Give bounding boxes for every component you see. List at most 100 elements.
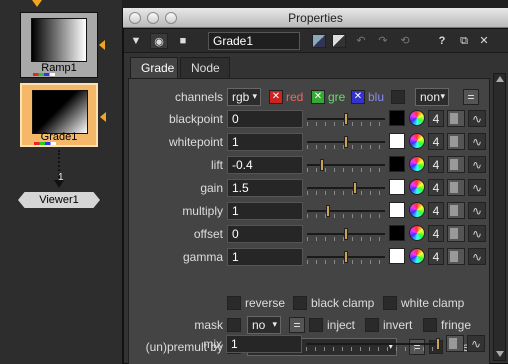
lift-field[interactable]: -0.4 [227,156,303,174]
gain-slider[interactable] [307,180,385,196]
color-swatch-button[interactable] [389,156,405,172]
color-wheel-icon[interactable] [409,248,425,264]
color-wheel-icon[interactable] [409,179,425,195]
mask-channel-dropdown[interactable]: no ▾ [247,316,281,334]
split-button[interactable] [447,110,465,127]
animation-curve-icon[interactable]: ∿ [468,248,486,265]
blackpoint-field[interactable]: 0 [227,110,303,128]
slider-handle[interactable] [344,136,348,148]
alpha-channel-checkbox[interactable] [391,90,405,104]
color-swatch-button[interactable] [389,202,405,218]
color-wheel-icon[interactable] [409,133,425,149]
node-name-field[interactable]: Grade1 [208,32,300,50]
black-clamp-checkbox[interactable] [293,296,307,310]
animation-curve-icon[interactable]: ∿ [468,225,486,242]
gain-field[interactable]: 1.5 [227,179,303,197]
split-button[interactable] [447,133,465,150]
slider-handle[interactable] [344,228,348,240]
mix-slider-handle[interactable] [436,338,440,350]
color-swatch-button[interactable] [389,225,405,241]
split-button[interactable] [447,179,465,196]
slider-handle[interactable] [344,113,348,125]
multiply-slider[interactable] [307,203,385,219]
green-channel-checkbox[interactable]: ✕ [311,90,325,104]
mask-link-button[interactable]: = [289,317,305,333]
tile-color-icon[interactable] [312,34,326,48]
ramp-node[interactable]: Ramp1 [20,12,98,78]
mask-invert-checkbox[interactable] [365,318,379,332]
mask-checkbox[interactable] [227,318,241,332]
color-swatch-button[interactable] [389,248,405,264]
offset-field[interactable]: 0 [227,225,303,243]
grade-node[interactable]: Grade1 [20,83,98,147]
mix-split-button[interactable] [446,335,464,352]
slider-handle[interactable] [326,205,330,217]
extra-channel-dropdown[interactable]: non ▾ [415,88,449,106]
slider-handle[interactable] [344,251,348,263]
fringe-checkbox[interactable] [423,318,437,332]
animation-curve-icon[interactable]: ∿ [468,110,486,127]
color-wheel-icon[interactable] [409,225,425,241]
viewer-node[interactable]: Viewer1 [18,192,100,208]
mask-input-arrow-icon[interactable] [99,40,105,50]
whitepoint-field[interactable]: 1 [227,133,303,151]
revert-icon[interactable]: ⟲ [396,33,414,49]
mix-slider[interactable] [306,336,440,352]
whitepoint-slider[interactable] [307,134,385,150]
help-button[interactable]: ? [436,33,448,49]
multiply-field[interactable]: 1 [227,202,303,220]
undo-icon[interactable]: ↶ [352,33,370,49]
view-node-icon[interactable]: ◉ [150,33,168,49]
reverse-checkbox[interactable] [227,296,241,310]
animation-curve-icon[interactable]: ∿ [468,179,486,196]
channels-link-button[interactable]: = [463,89,479,105]
tab-node[interactable]: Node [180,57,230,78]
scroll-up-icon[interactable] [496,76,504,82]
channels-dropdown[interactable]: rgb ▾ [227,88,261,106]
split-button[interactable] [447,225,465,242]
lift-slider[interactable] [307,157,385,173]
split-button[interactable] [447,248,465,265]
float-panel-icon[interactable]: ⧉ [458,33,470,49]
white-clamp-checkbox[interactable] [383,296,397,310]
mask-input-arrow-icon[interactable] [100,112,106,122]
gamma-field[interactable]: 1 [227,248,303,266]
collapse-triangle-icon[interactable]: ▼ [130,33,142,49]
mix-animation-icon[interactable]: ∿ [467,335,485,352]
panel-scrollbar[interactable] [493,73,506,361]
slider-handle[interactable] [353,182,357,194]
color-swatch-button[interactable] [389,110,405,126]
channel-count-button[interactable]: 4 [428,225,444,242]
channel-count-button[interactable]: 4 [428,110,444,127]
mix-field[interactable]: 1 [226,335,302,353]
split-button[interactable] [447,202,465,219]
scroll-down-icon[interactable] [496,351,504,357]
color-swatch-button[interactable] [389,179,405,195]
animation-curve-icon[interactable]: ∿ [468,133,486,150]
tab-grade[interactable]: Grade [130,57,178,78]
color-wheel-icon[interactable] [409,156,425,172]
node-graph[interactable]: Ramp1 Grade1 1 Viewer1 [0,0,122,364]
camera-icon[interactable]: ■ [174,33,192,49]
split-button[interactable] [447,156,465,173]
animation-curve-icon[interactable]: ∿ [468,202,486,219]
blue-channel-checkbox[interactable]: ✕ [351,90,365,104]
slider-handle[interactable] [320,159,324,171]
window-titlebar[interactable]: Properties [123,8,508,28]
channel-count-button[interactable]: 4 [428,133,444,150]
color-wheel-icon[interactable] [409,110,425,126]
color-swatch-button[interactable] [389,133,405,149]
gamma-slider[interactable] [307,249,385,265]
animation-curve-icon[interactable]: ∿ [468,156,486,173]
blackpoint-slider[interactable] [307,111,385,127]
channel-count-button[interactable]: 4 [428,248,444,265]
channel-count-button[interactable]: 4 [428,179,444,196]
channel-count-button[interactable]: 4 [428,202,444,219]
color-wheel-icon[interactable] [409,202,425,218]
inject-checkbox[interactable] [309,318,323,332]
redo-icon[interactable]: ↷ [374,33,392,49]
close-panel-icon[interactable]: ✕ [478,33,490,49]
offset-slider[interactable] [307,226,385,242]
red-channel-checkbox[interactable]: ✕ [269,90,283,104]
channel-count-button[interactable]: 4 [428,156,444,173]
